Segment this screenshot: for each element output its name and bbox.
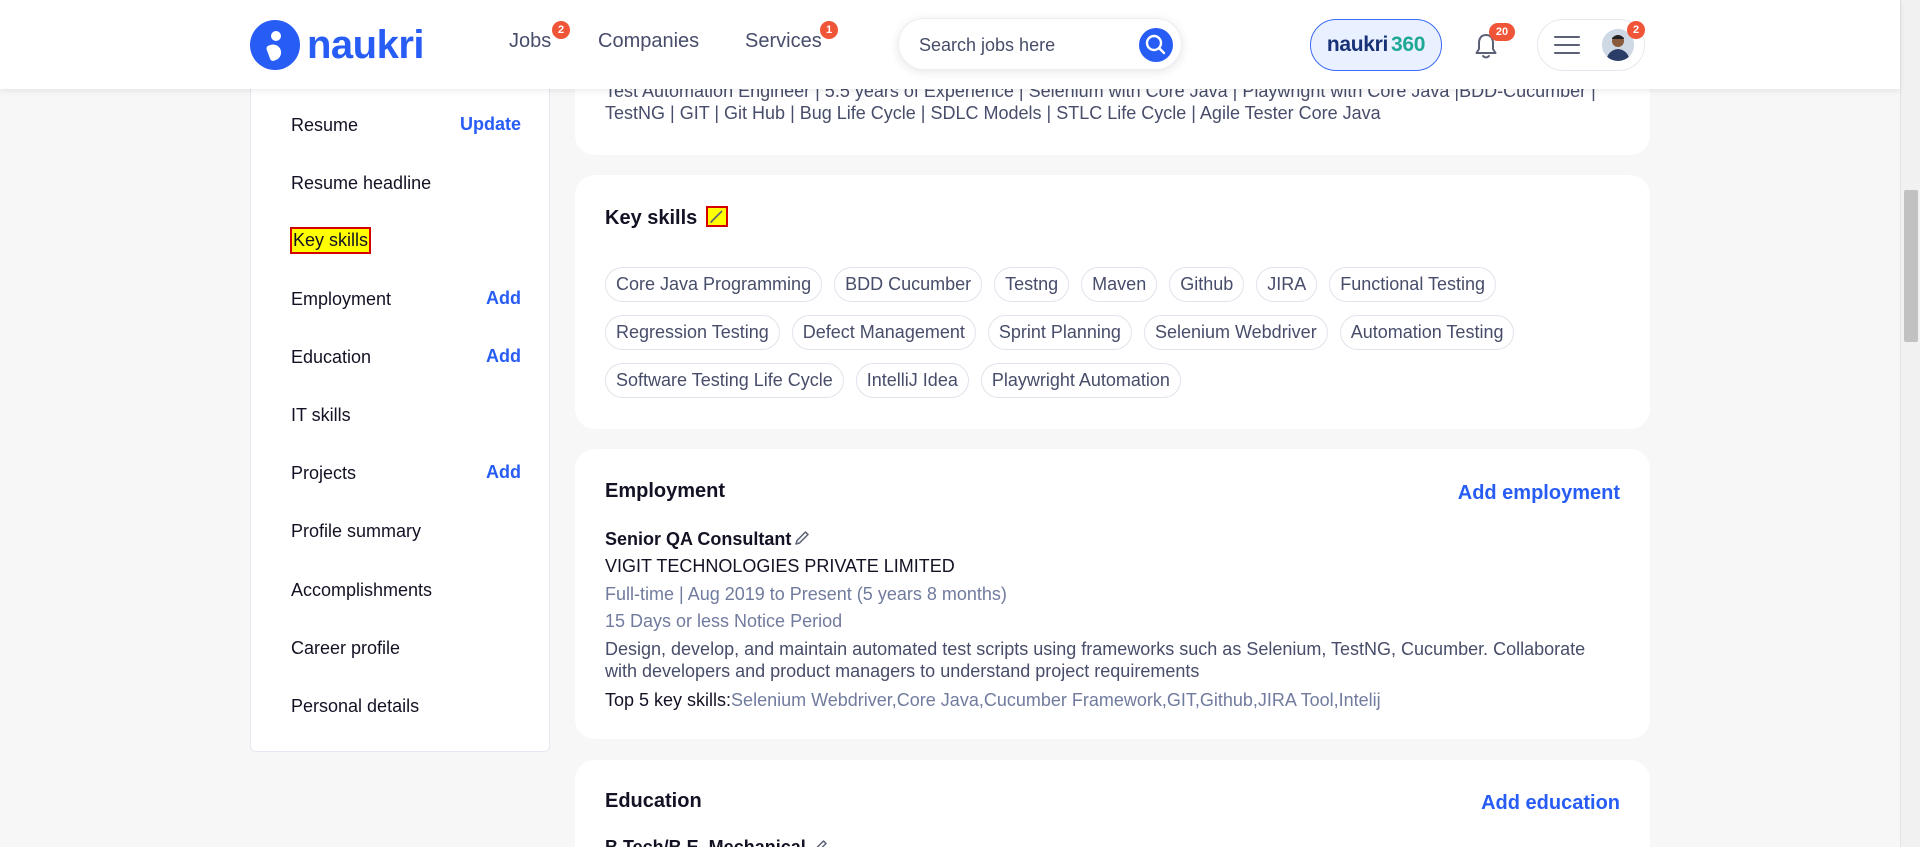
skill-chip: Automation Testing: [1339, 315, 1515, 350]
logo-text: naukri: [307, 22, 425, 67]
top-navbar: naukri Jobs 2 Companies Services 1 Searc…: [0, 0, 1900, 89]
edit-key-skills-button[interactable]: [706, 206, 728, 227]
sidebar-item-education[interactable]: Education Add: [291, 343, 521, 371]
quick-links-sidebar: Resume Update Resume headline Key skills…: [250, 70, 550, 752]
skill-chip: Github: [1169, 267, 1245, 302]
skill-chip: Playwright Automation: [980, 363, 1181, 398]
skill-chip: BDD Cucumber: [834, 267, 983, 302]
skill-chip: Functional Testing: [1329, 267, 1497, 302]
naukri-logo-icon: [250, 20, 300, 70]
sidebar-item-label: Profile summary: [291, 521, 422, 541]
sidebar-item-resume[interactable]: Resume Update: [291, 111, 521, 139]
sidebar-item-projects[interactable]: Projects Add: [291, 459, 521, 487]
sidebar-item-personal-details[interactable]: Personal details: [291, 692, 521, 720]
top-key-skills: Top 5 key skills:Selenium Webdriver,Core…: [605, 689, 1615, 711]
key-skills-title: Key skills: [605, 207, 698, 229]
sidebar-item-employment[interactable]: Employment Add: [291, 285, 521, 313]
designation-text: Senior QA Consultant: [605, 529, 792, 549]
sidebar-item-key-skills[interactable]: Key skills: [290, 227, 521, 255]
sidebar-item-label: Career profile: [291, 638, 401, 658]
job-description: Design, develop, and maintain automated …: [605, 639, 1586, 681]
skill-chip: Selenium Webdriver: [1143, 315, 1328, 350]
sidebar-item-label: Education: [291, 347, 372, 367]
menu-count-badge: 2: [1627, 21, 1645, 39]
sidebar-item-it-skills[interactable]: IT skills: [291, 401, 521, 429]
key-skills-list: Core Java Programming BDD Cucumber Testng M…: [605, 267, 1615, 398]
naukri360-button[interactable]: naukri 360: [1310, 19, 1442, 71]
employment-title: Employment: [605, 480, 726, 502]
key-skills-card: Key skills Core Java Programming BDD Cucu…: [575, 175, 1650, 429]
degree-text: B.Tech/B.E. Mechanical: [605, 837, 806, 847]
resume-update-link[interactable]: Update: [460, 114, 521, 135]
skill-chip: Maven: [1081, 267, 1158, 302]
pencil-icon: [710, 210, 723, 223]
sidebar-item-profile-summary[interactable]: Profile summary: [291, 517, 521, 545]
scrollbar-thumb[interactable]: [1904, 190, 1918, 342]
add-employment-link[interactable]: Add employment: [1458, 482, 1620, 505]
search-bar[interactable]: Search jobs here: [898, 18, 1182, 70]
nav-jobs-link[interactable]: Jobs: [509, 30, 551, 53]
naukri-logo[interactable]: naukri: [250, 19, 425, 71]
sidebar-item-label: Key skills: [290, 227, 372, 254]
skill-chip: Software Testing Life Cycle: [605, 363, 844, 398]
skill-chip: Core Java Programming: [605, 267, 823, 302]
education-card: Education Add education B.Tech/B.E. Mech…: [575, 760, 1650, 847]
search-input[interactable]: Search jobs here: [919, 35, 1055, 56]
sidebar-item-label: Accomplishments: [291, 580, 433, 600]
headline-line-2: TestNG | GIT | Git Hub | Bug Life Cycle …: [605, 103, 1381, 123]
employment-duration: Full-time | Aug 2019 to Present (5 years…: [605, 584, 1007, 604]
skill-chip: IntelliJ Idea: [855, 363, 969, 398]
notifications-count-badge: 20: [1489, 23, 1515, 41]
top-skills-values: Selenium Webdriver,Core Java,Cucumber Fr…: [731, 690, 1381, 710]
jobs-count-badge: 2: [552, 21, 570, 39]
nav-services-link[interactable]: Services: [745, 30, 822, 53]
skill-chip: JIRA: [1256, 267, 1318, 302]
sidebar-item-label: IT skills: [291, 405, 351, 425]
top-skills-label: Top 5 key skills:: [605, 690, 732, 710]
search-button[interactable]: [1139, 28, 1173, 62]
skill-chip: Sprint Planning: [987, 315, 1132, 350]
sidebar-item-label: Personal details: [291, 696, 420, 716]
projects-add-link[interactable]: Add: [486, 462, 521, 483]
sidebar-item-label: Resume headline: [291, 173, 432, 193]
company-name: VIGIT TECHNOLOGIES PRIVATE LIMITED: [605, 556, 955, 576]
employment-card: Employment Add employment Senior QA Cons…: [575, 449, 1650, 739]
employment-add-link[interactable]: Add: [486, 288, 521, 309]
services-count-badge: 1: [820, 21, 838, 39]
naukri360-text: naukri: [1326, 33, 1389, 56]
edit-employment-pencil-icon[interactable]: [793, 529, 811, 547]
hamburger-menu-icon: [1554, 36, 1580, 56]
skill-chip: Defect Management: [791, 315, 976, 350]
sidebar-item-resume-headline[interactable]: Resume headline: [291, 169, 521, 197]
skill-chip: Testng: [994, 267, 1070, 302]
sidebar-item-accomplishments[interactable]: Accomplishments: [291, 576, 521, 604]
search-icon: [1145, 34, 1166, 55]
sidebar-item-label: Projects: [291, 463, 357, 483]
add-education-link[interactable]: Add education: [1481, 792, 1620, 815]
skill-chip: Regression Testing: [605, 315, 780, 350]
education-title: Education: [605, 790, 702, 812]
sidebar-item-career-profile[interactable]: Career profile: [291, 634, 521, 662]
sidebar-item-label: Employment: [291, 289, 392, 309]
education-add-link[interactable]: Add: [486, 346, 521, 367]
page-scrollbar[interactable]: [1900, 0, 1920, 847]
notice-period: 15 Days or less Notice Period: [605, 611, 843, 631]
nav-companies-link[interactable]: Companies: [598, 30, 699, 53]
edit-education-pencil-icon[interactable]: [811, 838, 829, 847]
sidebar-item-label: Resume: [291, 115, 359, 135]
naukri360-number: 360: [1391, 33, 1426, 56]
